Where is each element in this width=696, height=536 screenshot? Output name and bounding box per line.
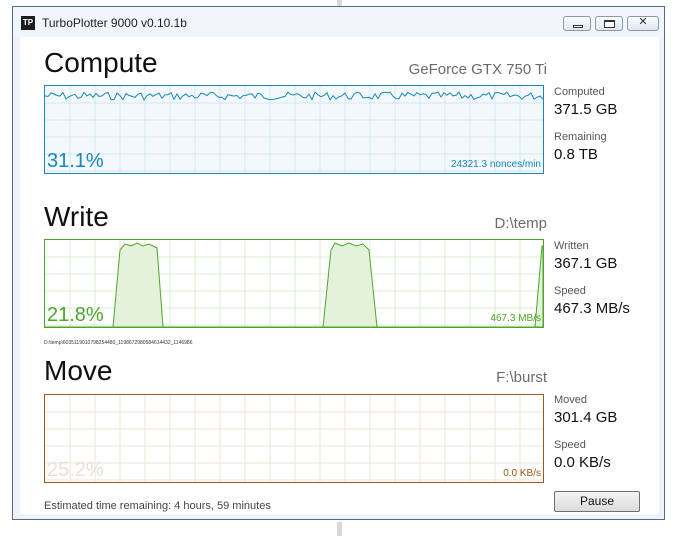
write-speed-value: 467.3 MB/s: [554, 300, 630, 317]
written-value: 367.1 GB: [554, 255, 618, 272]
moved-label: Moved: [554, 394, 588, 406]
remaining-value: 0.8 TB: [554, 146, 598, 163]
written-label: Written: [554, 240, 589, 252]
compute-device: GeForce GTX 750 Ti: [408, 61, 547, 78]
background-divider-bottom: [337, 522, 342, 536]
minimize-icon: [573, 25, 583, 28]
move-graph-plot: [45, 395, 543, 482]
app-window: TP TurboPlotter 9000 v0.10.1b ✕ Compute …: [12, 6, 665, 520]
write-activity-area: [45, 242, 543, 327]
write-file-path: D:\temp\6035119010798254480_119867298058…: [44, 340, 193, 346]
title-bar[interactable]: TP TurboPlotter 9000 v0.10.1b ✕: [13, 7, 664, 37]
window-title: TurboPlotter 9000 v0.10.1b: [42, 16, 187, 30]
computed-value: 371.5 GB: [554, 101, 618, 118]
move-rate: 0.0 KB/s: [503, 468, 541, 479]
minimize-button[interactable]: [563, 16, 591, 31]
move-speed-label: Speed: [554, 439, 586, 451]
compute-graph: 31.1% 24321.3 nonces/min: [44, 85, 544, 174]
moved-value: 301.4 GB: [554, 409, 618, 426]
close-button[interactable]: ✕: [627, 16, 659, 31]
compute-title: Compute: [44, 47, 158, 78]
write-graph-plot: [45, 240, 543, 327]
write-percent: 21.8%: [47, 304, 104, 326]
write-rate: 467.3 MB/s: [490, 313, 541, 324]
write-speed-label: Speed: [554, 285, 586, 297]
computed-label: Computed: [554, 86, 605, 98]
maximize-icon: [604, 20, 615, 28]
maximize-button[interactable]: [595, 16, 623, 31]
write-title: Write: [44, 201, 109, 232]
close-icon: ✕: [638, 16, 648, 28]
write-path: D:\temp: [494, 215, 547, 232]
move-graph: 25.2% 0.0 KB/s: [44, 394, 544, 483]
move-percent: 25.2%: [47, 459, 104, 481]
app-logo-icon: TP: [21, 16, 35, 30]
pause-button[interactable]: Pause: [554, 491, 640, 512]
move-speed-value: 0.0 KB/s: [554, 454, 611, 471]
graph-grid: [45, 395, 543, 482]
compute-percent: 31.1%: [47, 150, 104, 172]
client-area: Compute GeForce GTX 750 Ti 31.1% 24321.3…: [20, 37, 659, 514]
move-title: Move: [44, 355, 113, 386]
estimated-time-remaining: Estimated time remaining: 4 hours, 59 mi…: [44, 500, 271, 512]
remaining-label: Remaining: [554, 131, 607, 143]
move-path: F:\burst: [496, 369, 547, 386]
compute-rate: 24321.3 nonces/min: [450, 159, 541, 170]
write-graph: 21.8% 467.3 MB/s: [44, 239, 544, 328]
